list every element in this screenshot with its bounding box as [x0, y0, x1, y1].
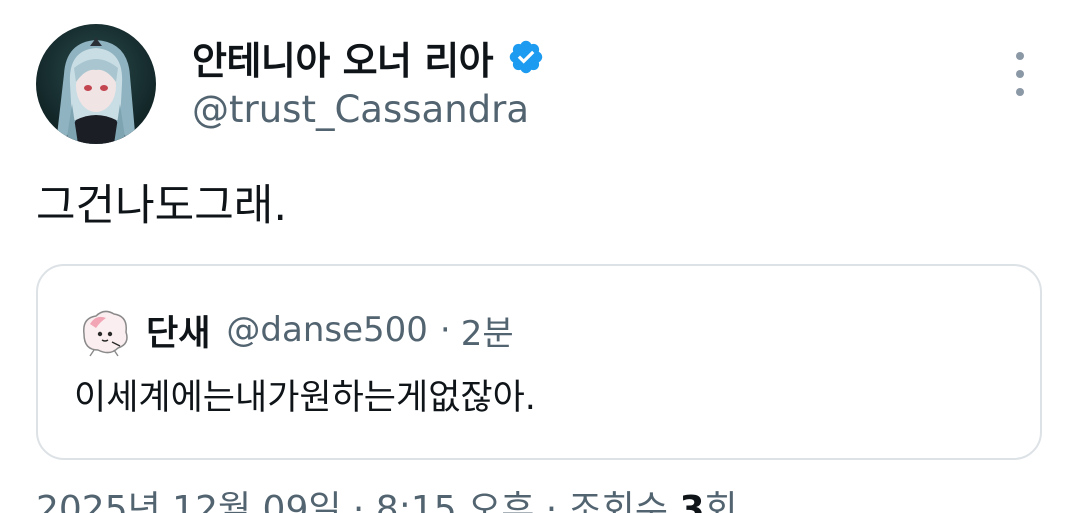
- tweet-timestamp[interactable]: 2025년 12월 09일 · 8:15 오후 · 조회수: [36, 489, 679, 513]
- verified-badge-icon[interactable]: [507, 38, 545, 76]
- separator-dot: ·: [439, 310, 451, 350]
- quoted-tweet-header: 단새 @danse500 · 2분: [146, 304, 514, 356]
- quoted-tweet-card[interactable]: 단새 @danse500 · 2분 이세계에는내가원하는게없잖아.: [36, 264, 1042, 460]
- quoted-author-handle[interactable]: @danse500: [226, 310, 428, 350]
- more-options-icon[interactable]: [1004, 52, 1036, 96]
- author-name-row: 안테니아 오너 리아: [192, 30, 545, 85]
- tweet-detail: 안테니아 오너 리아 @trust_Cassandra 그건나도그래. 단새 @…: [0, 0, 1080, 513]
- anime-character-avatar-icon: [36, 24, 156, 144]
- more-dot-icon: [1016, 88, 1024, 96]
- author-display-name[interactable]: 안테니아 오너 리아: [192, 30, 494, 85]
- cartoon-character-avatar-icon: [76, 304, 132, 360]
- more-dot-icon: [1016, 52, 1024, 60]
- views-count: 3: [679, 489, 705, 513]
- quoted-author-avatar[interactable]: [76, 304, 132, 360]
- quoted-tweet-time[interactable]: 2분: [461, 306, 514, 355]
- quoted-tweet-text: 이세계에는내가원하는게없잖아.: [74, 378, 536, 418]
- quoted-author-display-name[interactable]: 단새: [146, 305, 210, 356]
- views-unit: 회: [704, 489, 738, 513]
- more-dot-icon: [1016, 70, 1024, 78]
- author-handle[interactable]: @trust_Cassandra: [192, 88, 529, 131]
- tweet-text: 그건나도그래.: [36, 181, 288, 231]
- author-avatar[interactable]: [36, 24, 156, 144]
- tweet-meta-footer: 2025년 12월 09일 · 8:15 오후 · 조회수 3회: [36, 486, 738, 513]
